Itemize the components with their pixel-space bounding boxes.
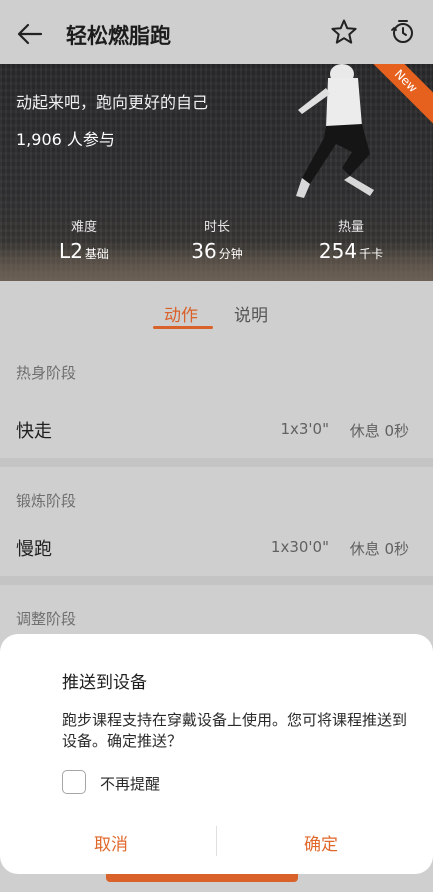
button-separator [216,826,217,856]
stat-value: L2 基础 [44,239,124,263]
runner-image [296,64,374,198]
dont-remind-label[interactable]: 不再提醒 [100,773,160,794]
stat-unit: 分钟 [218,247,243,261]
tab-description[interactable]: 说明 [234,301,268,326]
stat-calories: 热量 254 千卡 [308,216,394,263]
section-divider [0,458,433,467]
stat-number: L2 [59,239,83,263]
stat-difficulty: 难度 L2 基础 [44,216,124,263]
stat-value: 36 分钟 [177,239,257,263]
cancel-button[interactable]: 取消 [94,830,128,855]
participant-count: 1,906 人参与 [16,130,115,149]
content-tabs: 动作 说明 [0,281,433,345]
history-button[interactable] [388,18,418,48]
confirm-button[interactable]: 确定 [304,830,338,855]
exercise-name: 快走 [16,421,52,442]
stat-number: 36 [191,239,217,263]
stat-label: 难度 [70,220,97,235]
dont-remind-checkbox[interactable] [62,770,86,794]
arrow-left-icon [17,23,43,45]
course-slogan: 动起来吧，跑向更好的自己 [16,93,209,112]
dialog-title: 推送到设备 [62,673,147,693]
section-divider [0,576,433,585]
exercise-row-walk[interactable]: 快走 1x3'0" 休息 0秒 [0,405,433,455]
exercise-rest: 休息 0秒 [349,422,409,440]
page-title: 轻松燃脂跑 [66,24,171,48]
stat-unit: 千卡 [359,247,384,261]
timer-history-icon [391,20,413,43]
exercise-name: 慢跑 [16,539,52,560]
stat-label: 热量 [337,220,364,235]
stage-title-training: 锻炼阶段 [16,492,77,510]
stat-value: 254 千卡 [308,239,394,263]
star-icon [331,19,357,44]
dialog-message: 跑步课程支持在穿戴设备上使用。您可将课程推送到设备。确定推送？ [62,711,408,750]
start-button-edge [106,874,298,882]
top-bar: 轻松燃脂跑 [0,0,433,64]
exercise-rest: 休息 0秒 [349,540,409,558]
push-to-device-dialog: 推送到设备 跑步课程支持在穿戴设备上使用。您可将课程推送到设备。确定推送？ 不再… [0,634,433,874]
stat-unit: 基础 [84,247,109,261]
stage-title-warmup: 热身阶段 [16,364,77,382]
exercise-duration: 1x3'0" [280,420,329,438]
tab-indicator [153,326,213,329]
exercise-row-jog[interactable]: 慢跑 1x30'0" 休息 0秒 [0,523,433,573]
favorite-button[interactable] [330,18,360,48]
tab-actions[interactable]: 动作 [164,301,198,326]
back-button[interactable] [14,18,46,50]
exercise-duration: 1x30'0" [270,538,329,556]
course-banner: New 动起来吧，跑向更好的自己 1,906 人参与 难度 L2 基础 时长 36… [0,64,433,281]
stage-title-cooldown: 调整阶段 [16,610,77,628]
stat-label: 时长 [203,220,230,235]
stat-number: 254 [318,239,358,263]
stat-duration: 时长 36 分钟 [177,216,257,263]
